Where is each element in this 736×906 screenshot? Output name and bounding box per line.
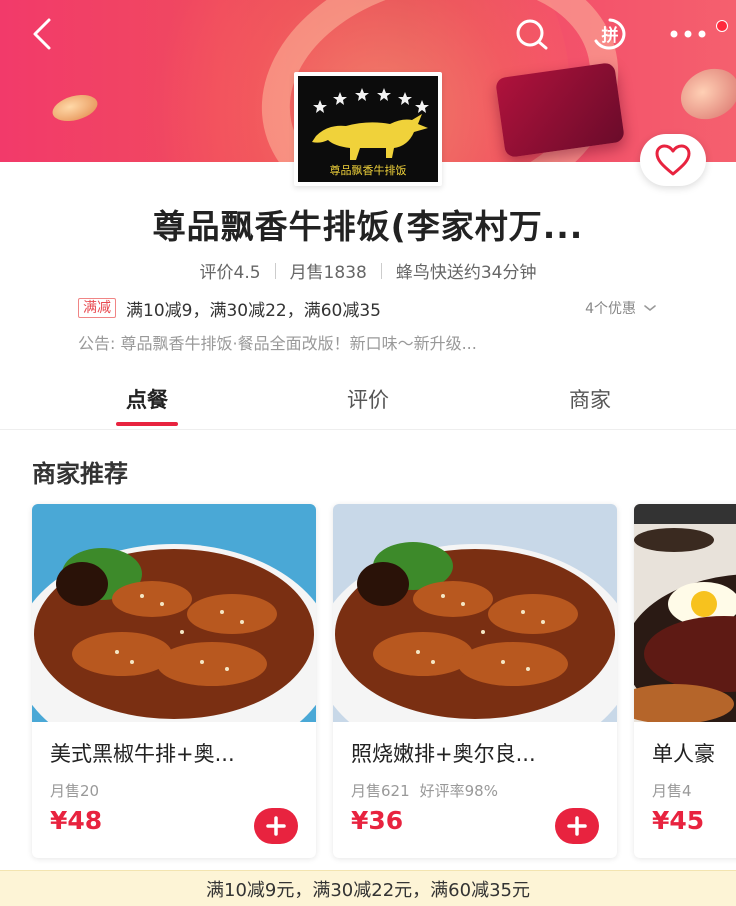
shop-page: 拼 尊品飘香牛排饭 尊品飘香牛排饭(李家村万... 评价4.5 月售1838 蜂… [0,0,736,906]
favorite-button[interactable] [640,134,706,186]
dish-meta: 月售20 [50,780,99,801]
back-button[interactable] [22,12,62,56]
tab-order[interactable]: 点餐 [87,384,207,414]
pin-text: 拼 [602,25,619,46]
food-image [634,504,736,722]
pin-group-icon: 拼 [594,18,626,50]
plus-icon [567,816,587,836]
dish-sales: 月售621 [351,782,410,800]
recommend-card[interactable]: 美式黑椒牛排+奥... 月售20 ¥48 [32,504,316,858]
add-to-cart-button[interactable] [254,808,298,844]
banner-bag-graphic [495,62,625,158]
logo-text: 尊品飘香牛排饭 [330,163,407,177]
dish-price: ¥36 [351,806,404,835]
dish-price: ¥48 [50,806,103,835]
dish-price: ¥45 [652,806,705,835]
dish-rating: 好评率98% [419,782,498,800]
tab-bar: 点餐 评价 商家 [0,384,736,430]
section-title: 商家推荐 [32,460,128,488]
group-buy-button[interactable]: 拼 [588,14,632,54]
promo-text: 满10减9，满30减22，满60减35 [126,300,381,321]
dish-sales: 月售4 [652,782,692,800]
promo-more-label: 4个优惠 [585,301,636,317]
discount-bar: 满10减9元，满30减22元，满60减35元 [0,870,736,906]
promo-row[interactable]: 满减 满10减9，满30减22，满60减35 4个优惠 [78,296,658,321]
banner-coin-graphic [49,90,101,126]
promo-more-button[interactable]: 4个优惠 [585,298,658,318]
dish-sales: 月售20 [50,782,100,800]
recommend-card[interactable]: 照烧嫩排+奥尔良... 月售621 好评率98% ¥36 [333,504,617,858]
dish-name: 照烧嫩排+奥尔良... [351,742,536,766]
search-icon [516,19,548,50]
more-dots-icon [670,30,706,38]
food-image [333,504,617,722]
dish-meta: 月售621 好评率98% [351,780,498,801]
chevron-down-icon [644,305,656,312]
dish-meta: 月售4 [652,780,692,801]
dish-name: 单人豪 [652,742,715,766]
back-arrow-icon [33,18,51,50]
recommend-card[interactable]: 单人豪 月售4 ¥45 [634,504,736,858]
heart-icon [655,144,691,176]
tab-reviews[interactable]: 评价 [308,384,428,414]
tab-merchant[interactable]: 商家 [530,384,650,414]
search-button[interactable] [510,14,554,54]
active-tab-indicator [116,422,178,426]
shop-name: 尊品飘香牛排饭(李家村万... [152,207,584,246]
shop-logo: 尊品飘香牛排饭 [294,72,442,186]
divider [380,262,382,279]
delivery-info: 蜂鸟快送约34分钟 [395,263,537,283]
shop-rating: 评价4.5 [199,263,261,283]
dish-name: 美式黑椒牛排+奥... [50,742,235,766]
shop-notice[interactable]: 公告: 尊品飘香牛排饭·餐品全面改版！新口味～新升级... [78,330,668,354]
bull-logo-graphic: 尊品飘香牛排饭 [312,88,429,177]
banner-coin-graphic-right [672,59,736,129]
more-button[interactable] [664,18,712,50]
shop-logo-image: 尊品飘香牛排饭 [298,76,438,182]
add-to-cart-button[interactable] [555,808,599,844]
food-image [32,504,316,722]
notification-dot [716,20,728,32]
plus-icon [266,816,286,836]
shop-monthly-sales: 月售1838 [289,263,367,283]
shop-stats: 评价4.5 月售1838 蜂鸟快送约34分钟 [0,258,736,283]
divider [274,262,276,279]
promo-tag: 满减 [78,298,116,318]
